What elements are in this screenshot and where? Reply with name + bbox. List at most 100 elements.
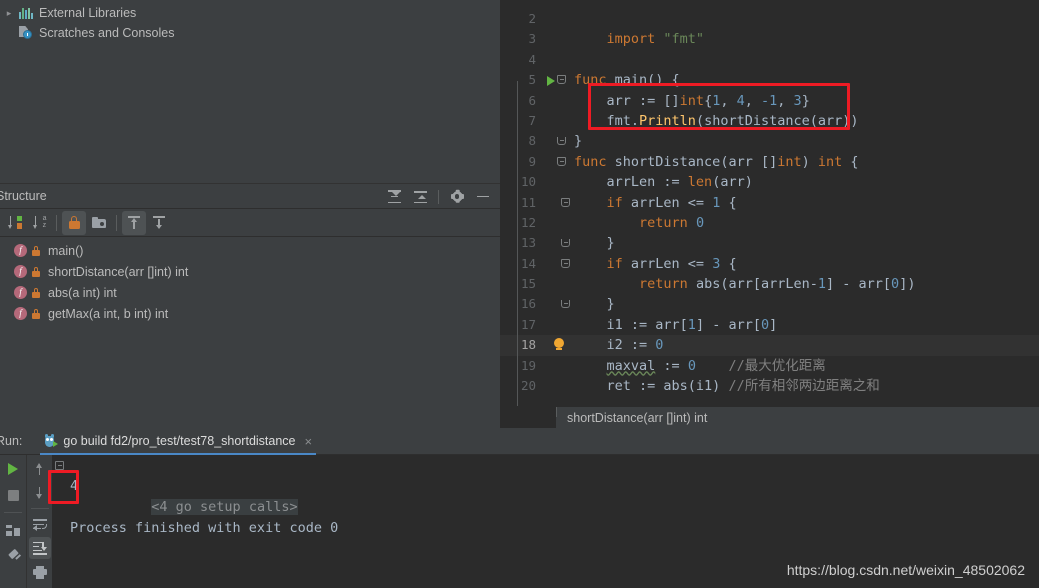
fold-toggle-icon[interactable] [55, 460, 64, 470]
fold-collapse-icon[interactable] [561, 197, 570, 207]
code-line[interactable]: 12 return 0 [500, 213, 1039, 233]
down-arrow-icon[interactable] [29, 482, 51, 504]
tree-row-partial [0, 0, 500, 3]
code-line[interactable]: 3 import "fmt" [500, 29, 1039, 49]
code-line[interactable]: 2 [500, 9, 1039, 29]
fold-collapse-icon[interactable] [557, 156, 566, 166]
structure-list[interactable]: f main() f shortDistance(arr []int) int … [0, 237, 500, 324]
stop-button-icon[interactable] [2, 484, 24, 506]
structure-item-shortdistance[interactable]: f shortDistance(arr []int) int [0, 261, 500, 282]
gutter-icons[interactable] [544, 172, 570, 192]
run-button-icon[interactable] [2, 458, 24, 480]
gutter-icons[interactable] [544, 70, 570, 90]
chevron-right-icon[interactable]: ▸ [2, 8, 16, 19]
private-lock-icon [32, 308, 40, 319]
sort-by-visibility-icon[interactable] [2, 211, 26, 235]
project-tree-panel[interactable]: ▸ External Libraries Scratches and Conso… [0, 0, 500, 183]
scroll-to-end-icon[interactable] [28, 537, 51, 559]
expand-all-icon[interactable] [383, 186, 405, 208]
line-number: 6 [528, 92, 536, 108]
gutter-icons[interactable] [544, 233, 570, 253]
code-line[interactable] [500, 0, 1039, 9]
tree-item-external-libraries[interactable]: ▸ External Libraries [0, 3, 500, 23]
fold-collapse-icon[interactable] [557, 75, 566, 85]
gutter-icons[interactable] [544, 315, 570, 335]
code-line[interactable]: 18 i2 := 0 [500, 335, 1039, 356]
go-gopher-icon [44, 433, 59, 448]
scroll-to-source-icon[interactable] [147, 211, 171, 235]
gutter-icons[interactable] [544, 9, 570, 29]
gutter-icons[interactable] [544, 111, 570, 131]
line-number: 9 [528, 153, 536, 169]
gutter-icons[interactable] [544, 254, 570, 274]
pin-tab-icon[interactable] [2, 545, 24, 567]
gutter-icons[interactable] [544, 274, 570, 294]
run-configuration-tab[interactable]: go build fd2/pro_test/test78_shortdistan… [36, 428, 320, 455]
gutter-icons[interactable] [544, 131, 570, 151]
structure-item-abs[interactable]: f abs(a int) int [0, 282, 500, 303]
code-line[interactable]: 7 fmt.Println(shortDistance(arr)) [500, 111, 1039, 131]
structure-item-getmax[interactable]: f getMax(a int, b int) int [0, 303, 500, 324]
code-line[interactable]: 10 arrLen := len(arr) [500, 172, 1039, 192]
code-editor[interactable]: 2 3 import "fmt" 4 5 func main() {6 arr := [… [500, 0, 1039, 406]
fold-end-icon[interactable] [561, 239, 570, 248]
structure-item-main[interactable]: f main() [0, 240, 500, 261]
gutter-icons[interactable] [544, 0, 570, 9]
run-tab-title: go build fd2/pro_test/test78_shortdistan… [63, 434, 296, 448]
scroll-from-source-icon[interactable] [122, 210, 146, 235]
code-line[interactable]: 4 [500, 50, 1039, 70]
code-line[interactable]: 6 arr := []int{1, 4, -1, 3} [500, 91, 1039, 111]
code-text: import "fmt" [606, 31, 705, 48]
gutter-icons[interactable] [544, 152, 570, 172]
console-collapsed-node[interactable]: <4 go setup calls> [52, 455, 1039, 515]
run-gutter-icon[interactable] [547, 76, 555, 87]
intention-bulb-icon[interactable] [554, 338, 564, 350]
divider [56, 214, 57, 231]
code-text: } [574, 296, 615, 313]
code-line[interactable]: 19 maxval := 0 //最大优化距离 [500, 356, 1039, 376]
gutter-icons[interactable] [544, 29, 570, 49]
line-number: 8 [528, 133, 536, 149]
code-line[interactable]: 11 if arrLen <= 1 { [500, 193, 1039, 213]
gutter-icons[interactable] [544, 193, 570, 213]
code-line[interactable]: 9 func shortDistance(arr []int) int { [500, 152, 1039, 172]
code-line[interactable]: 20 ret := abs(i1) //所有相邻两边距离之和 [500, 376, 1039, 396]
group-by-folder-icon[interactable] [87, 211, 111, 235]
print-icon[interactable] [29, 561, 51, 583]
divider [4, 512, 22, 513]
gutter-icons[interactable] [544, 376, 570, 396]
minimize-icon[interactable] [472, 186, 494, 208]
gutter-icons[interactable] [544, 50, 570, 70]
left-column: ▸ External Libraries Scratches and Conso… [0, 0, 500, 428]
code-line[interactable]: 5 func main() { [500, 70, 1039, 90]
structure-tool-window: Structure a z f main() f shortDistance(a… [0, 183, 500, 428]
sort-alphabetically-icon[interactable]: az [27, 211, 51, 235]
code-line[interactable]: 8} [500, 131, 1039, 151]
up-arrow-icon[interactable] [29, 458, 51, 480]
code-line[interactable]: 16 } [500, 294, 1039, 314]
code-line[interactable]: 17 i1 := arr[1] - arr[0] [500, 315, 1039, 335]
tree-item-scratches-and-consoles[interactable]: Scratches and Consoles [0, 23, 500, 43]
private-lock-icon [32, 245, 40, 256]
show-non-public-icon[interactable] [62, 210, 86, 235]
divider [30, 508, 49, 509]
code-line[interactable]: 15 return abs(arr[arrLen-1] - arr[0]) [500, 274, 1039, 294]
structure-header-actions [383, 184, 494, 209]
code-line[interactable]: 13 } [500, 233, 1039, 253]
fold-end-icon[interactable] [557, 137, 566, 146]
gutter-icons[interactable] [544, 91, 570, 111]
fold-collapse-icon[interactable] [561, 258, 570, 268]
gutter-icons[interactable] [544, 213, 570, 233]
structure-toolbar: az [0, 209, 500, 237]
fold-end-icon[interactable] [561, 300, 570, 309]
close-icon[interactable]: × [305, 434, 313, 449]
editor-breadcrumb[interactable]: shortDistance(arr []int) int [500, 406, 1039, 429]
collapse-all-icon[interactable] [409, 186, 431, 208]
gutter-icons[interactable] [544, 294, 570, 314]
code-line[interactable]: 14 if arrLen <= 3 { [500, 254, 1039, 274]
layout-settings-icon[interactable] [2, 519, 24, 541]
gear-icon[interactable] [446, 186, 468, 208]
soft-wrap-icon[interactable] [29, 513, 51, 535]
gutter-icons[interactable] [544, 356, 570, 376]
gutter-icons[interactable] [544, 335, 570, 355]
